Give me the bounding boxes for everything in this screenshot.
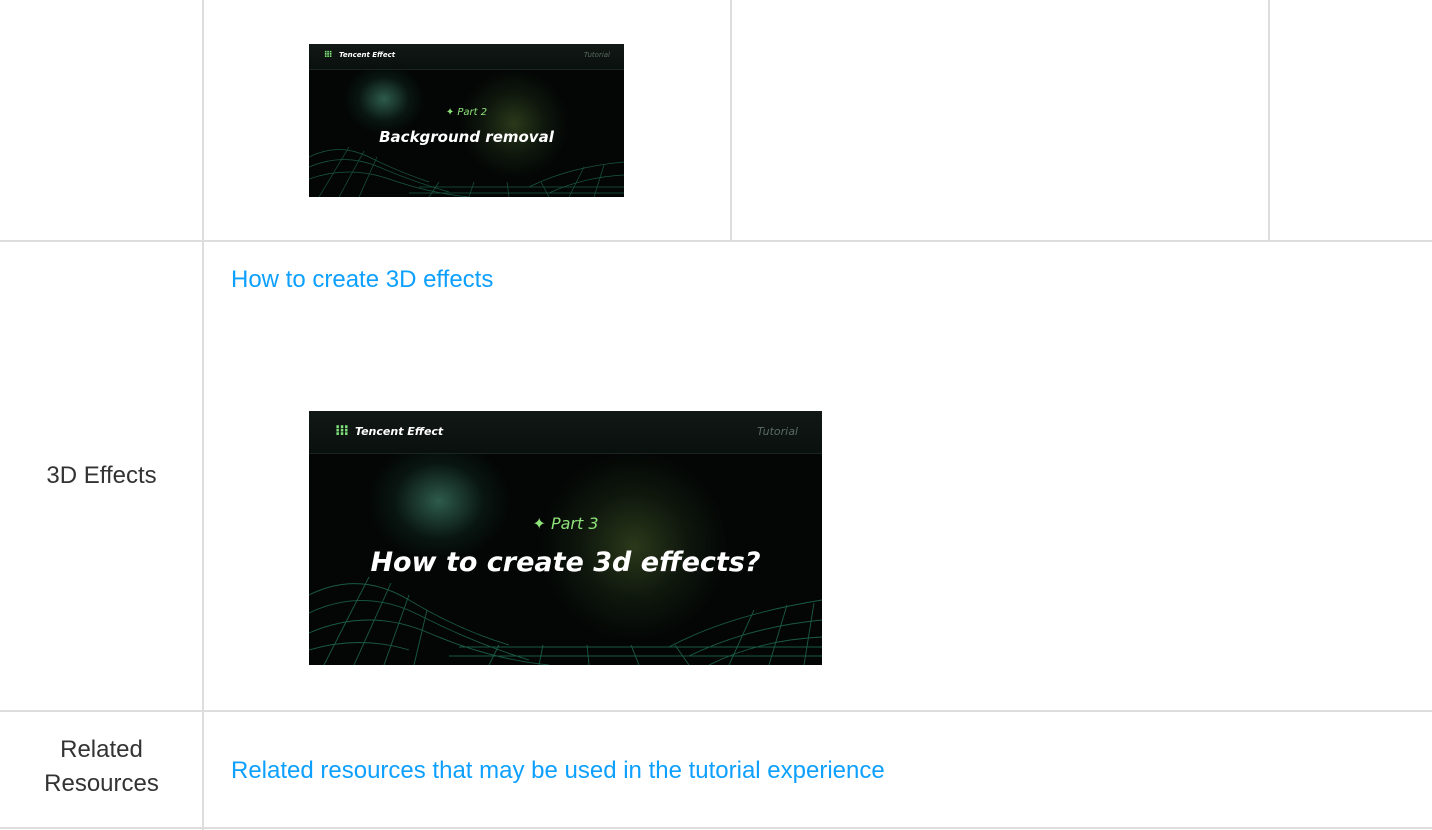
3d-effects-link[interactable]: How to create 3D effects bbox=[231, 266, 493, 294]
column-divider-label bbox=[202, 0, 204, 830]
thumbnail-part-label: ✦ Part 3 bbox=[532, 514, 599, 533]
table-bottom-border bbox=[0, 827, 1432, 829]
row-label-line-2: Resources bbox=[44, 769, 159, 797]
column-divider-2 bbox=[730, 0, 732, 240]
row-label-line-1: Related bbox=[60, 736, 143, 763]
thumbnail-brand: Tencent Effect bbox=[339, 51, 396, 59]
dots-grid-icon: ⁝⁝⁝ bbox=[335, 423, 349, 439]
row-divider-1 bbox=[0, 240, 1432, 242]
thumbnail-part-label: ✦ Part 2 bbox=[445, 107, 488, 118]
column-divider-3 bbox=[1268, 0, 1270, 240]
thumbnail-tag: Tutorial bbox=[756, 425, 798, 438]
grid-wave-decoration bbox=[309, 146, 624, 197]
row-divider-2 bbox=[0, 710, 1432, 712]
row-label-3d-effects: 3D Effects bbox=[46, 462, 157, 489]
related-resources-link[interactable]: Related resources that may be used in th… bbox=[231, 757, 885, 785]
background-removal-thumbnail: ⁝⁝⁝ Tencent Effect Tutorial ✦ Part 2 Bac… bbox=[309, 44, 624, 197]
dots-grid-icon: ⁝⁝⁝ bbox=[324, 50, 332, 60]
grid-wave-decoration bbox=[309, 576, 822, 665]
row-label-related-resources: Related Resources bbox=[0, 733, 203, 800]
thumbnail-brand: Tencent Effect bbox=[355, 425, 444, 438]
thumbnail-tag: Tutorial bbox=[583, 51, 610, 59]
3d-effects-thumbnail: ⁝⁝⁝ Tencent Effect Tutorial ✦ Part 3 How… bbox=[309, 411, 822, 665]
